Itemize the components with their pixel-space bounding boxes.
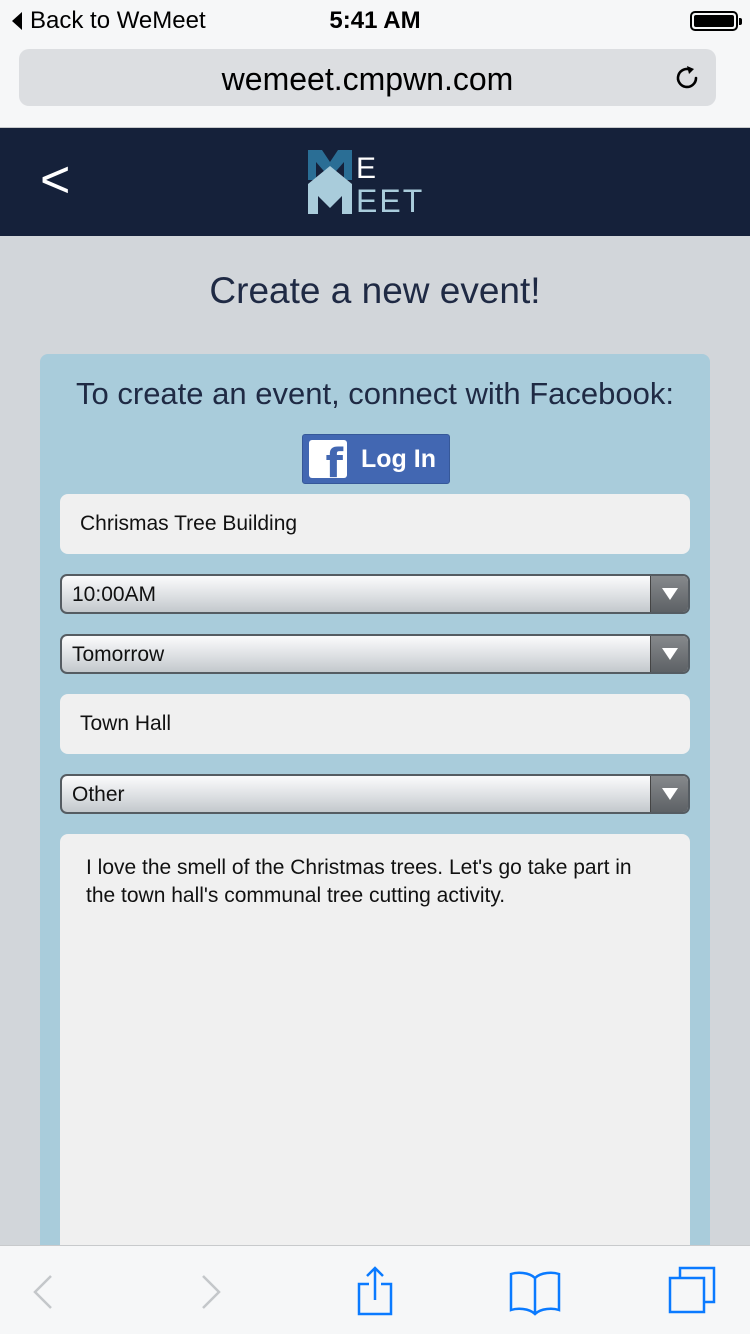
page-title: Create a new event!: [209, 270, 541, 311]
create-event-form: To create an event, connect with Faceboo…: [40, 354, 710, 1334]
status-bar: Back to WeMeet 5:41 AM: [0, 0, 750, 40]
share-icon[interactable]: [347, 1264, 403, 1320]
tabs-icon[interactable]: [666, 1264, 722, 1320]
day-chevron-down-icon: [650, 636, 688, 672]
app-header: < E EET: [0, 128, 750, 236]
location-field[interactable]: Town Hall: [60, 694, 690, 754]
day-select-value: Tomorrow: [72, 643, 165, 666]
facebook-icon: f: [309, 440, 347, 478]
category-chevron-down-icon: [650, 776, 688, 812]
time-select[interactable]: 10:00AM: [60, 574, 690, 614]
browser-chrome: wemeet.cmpwn.com: [0, 40, 750, 128]
url-text: wemeet.cmpwn.com: [221, 61, 514, 97]
reload-icon[interactable]: [672, 63, 702, 93]
time-select-value: 10:00AM: [72, 583, 157, 606]
facebook-login-button[interactable]: f Log In: [302, 434, 450, 484]
status-time: 5:41 AM: [329, 7, 421, 34]
back-icon[interactable]: [15, 1264, 71, 1320]
facebook-login-label: Log In: [361, 444, 436, 473]
address-bar[interactable]: wemeet.cmpwn.com: [19, 49, 716, 106]
event-name-field[interactable]: Chrismas Tree Building: [60, 494, 690, 554]
category-select[interactable]: Other: [60, 774, 690, 814]
svg-text:E: E: [356, 152, 376, 185]
forward-icon[interactable]: [183, 1264, 239, 1320]
browser-toolbar: [0, 1245, 750, 1334]
bookmarks-icon[interactable]: [507, 1264, 563, 1320]
facebook-prompt: To create an event, connect with Faceboo…: [76, 376, 674, 411]
wemeet-logo: E EET: [308, 150, 424, 216]
battery-icon: [690, 11, 742, 31]
category-select-value: Other: [72, 783, 125, 806]
back-button[interactable]: <: [40, 150, 70, 210]
time-chevron-down-icon: [650, 576, 688, 612]
svg-text:EET: EET: [356, 183, 424, 216]
day-select[interactable]: Tomorrow: [60, 634, 690, 674]
